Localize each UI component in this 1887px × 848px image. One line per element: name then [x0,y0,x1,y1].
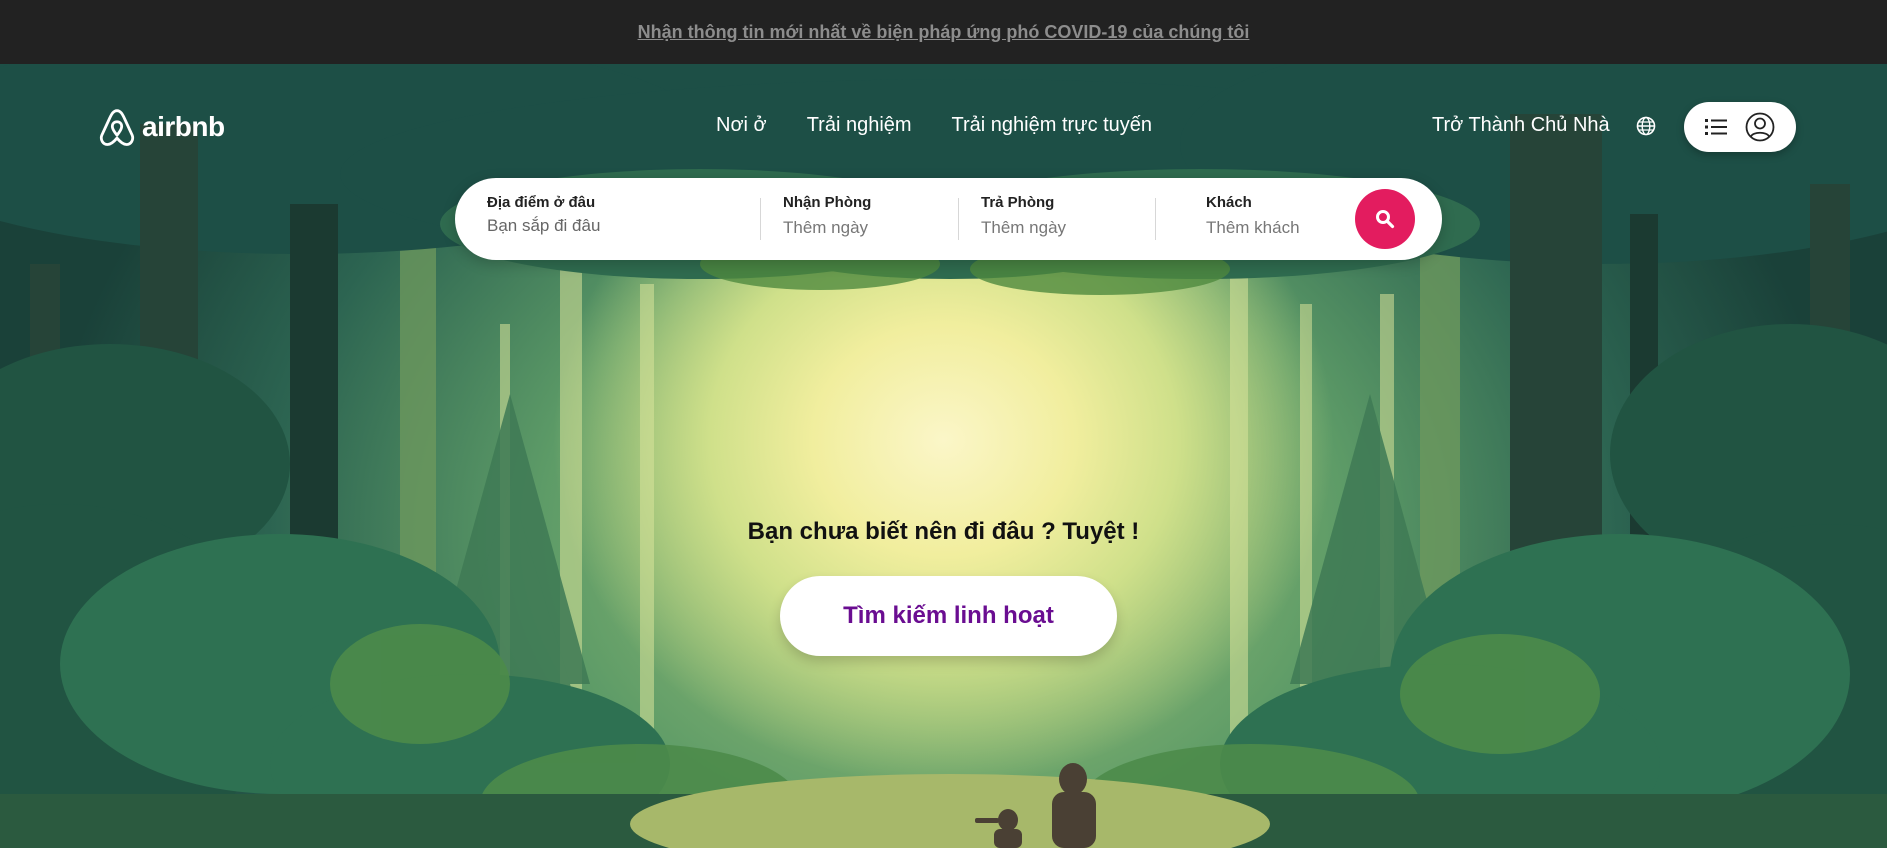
hero-section: airbnb Nơi ở Trải nghiệm Trải nghiệm trự… [0,64,1887,848]
checkout-field[interactable]: Trả Phòng Thêm ngày [981,178,1141,260]
search-icon [1376,210,1395,229]
search-divider [760,198,761,240]
flexible-search-button[interactable]: Tìm kiếm linh hoạt [780,576,1117,656]
airbnb-belo-icon [99,109,135,146]
nav-online-experiences[interactable]: Trải nghiệm trực tuyến [952,114,1153,137]
search-button[interactable] [1355,189,1415,249]
checkin-value: Thêm ngày [783,218,869,237]
become-host-link[interactable]: Trở Thành Chủ Nhà [1432,114,1610,137]
search-divider [958,198,959,240]
nav-stays[interactable]: Nơi ở [716,114,767,137]
user-avatar-icon [1745,112,1775,142]
guests-label: Khách [1206,194,1252,211]
logo-text: airbnb [142,111,225,142]
checkin-label: Nhận Phòng [783,194,872,211]
location-field[interactable]: Địa điểm ở đâu [487,178,747,260]
flexible-search-label: Tìm kiếm linh hoạt [843,602,1054,629]
nav-experiences[interactable]: Trải nghiệm [807,114,912,137]
menu-list-icon [1705,119,1727,135]
search-bar: Địa điểm ở đâu Nhận Phòng Thêm ngày Trả … [455,178,1442,260]
search-divider [1155,198,1156,240]
user-menu-button[interactable] [1684,102,1796,152]
hero-tagline: Bạn chưa biết nên đi đâu ? Tuyệt ! [747,518,1140,545]
globe-icon[interactable] [1636,116,1656,141]
guests-value: Thêm khách [1206,218,1300,237]
location-input[interactable] [487,216,737,236]
checkin-field[interactable]: Nhận Phòng Thêm ngày [783,178,943,260]
checkout-label: Trả Phòng [981,194,1055,211]
location-label: Địa điểm ở đâu [487,194,596,211]
main-nav: Nơi ở Trải nghiệm Trải nghiệm trực tuyến [716,114,1152,137]
airbnb-logo[interactable]: airbnb [98,106,225,148]
announcement-bar: Nhận thông tin mới nhất về biện pháp ứng… [0,0,1887,64]
checkout-value: Thêm ngày [981,218,1067,237]
covid-info-link[interactable]: Nhận thông tin mới nhất về biện pháp ứng… [638,22,1250,43]
guests-field[interactable]: Khách Thêm khách [1206,178,1346,260]
